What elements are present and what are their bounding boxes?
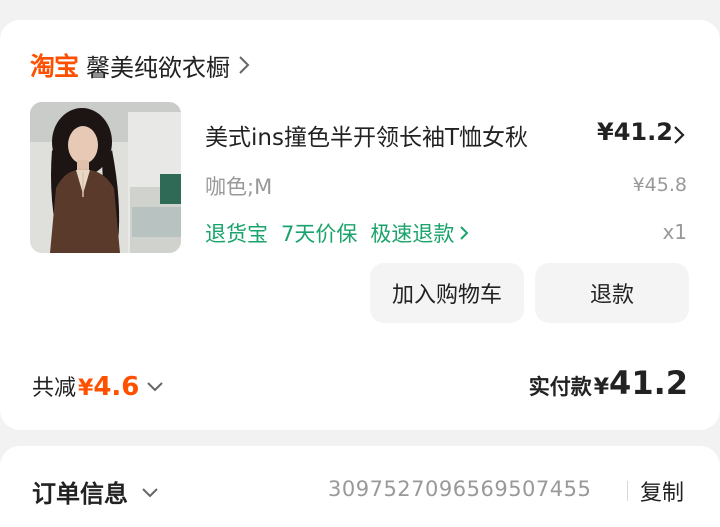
taobao-logo: 淘宝 (30, 52, 79, 81)
total-discount[interactable]: 共减 ¥ 4.6 (32, 370, 165, 402)
add-to-cart-button[interactable]: 加入购物车 (370, 263, 524, 323)
paid-currency: ¥ (593, 375, 610, 400)
copy-button[interactable]: 复制 (640, 475, 684, 507)
product-spec: 咖色;M (205, 175, 273, 199)
original-price: ¥45.8 (632, 174, 687, 196)
shop-header[interactable]: 淘宝 馨美纯欲衣橱 (30, 48, 254, 82)
order-number: 3097527096569507455 (328, 477, 592, 501)
chevron-down-icon (147, 382, 164, 392)
shop-name[interactable]: 馨美纯欲衣橱 (86, 48, 230, 83)
chevron-right-icon (238, 54, 254, 76)
product-image[interactable] (30, 102, 181, 253)
product-title[interactable]: 美式ins撞色半开领长袖T恤女秋 (205, 118, 528, 152)
order-info-title: 订单信息 (32, 480, 128, 508)
amount-paid: 实付款 ¥ 41.2 (529, 364, 688, 402)
discount-currency: ¥ (78, 376, 94, 401)
service-return-insurance: 退货宝 (205, 222, 268, 246)
divider (627, 481, 628, 501)
paid-value: 41.2 (609, 364, 688, 402)
paid-label: 实付款 (528, 375, 592, 399)
chevron-down-icon (142, 487, 158, 497)
chevron-right-icon[interactable] (672, 124, 686, 146)
service-badges[interactable]: 退货宝 7天价保 极速退款 (205, 218, 471, 248)
refund-button[interactable]: 退款 (535, 263, 689, 323)
service-fast-refund: 极速退款 (370, 222, 455, 246)
service-price-protection: 7天价保 (281, 222, 358, 246)
discount-label: 共减 (32, 376, 77, 401)
quantity: x1 (662, 220, 687, 244)
order-info-toggle[interactable]: 订单信息 (32, 474, 160, 509)
product-price: ¥41.2 (597, 118, 673, 146)
chevron-right-icon (460, 226, 469, 240)
discount-value: 4.6 (93, 372, 140, 402)
